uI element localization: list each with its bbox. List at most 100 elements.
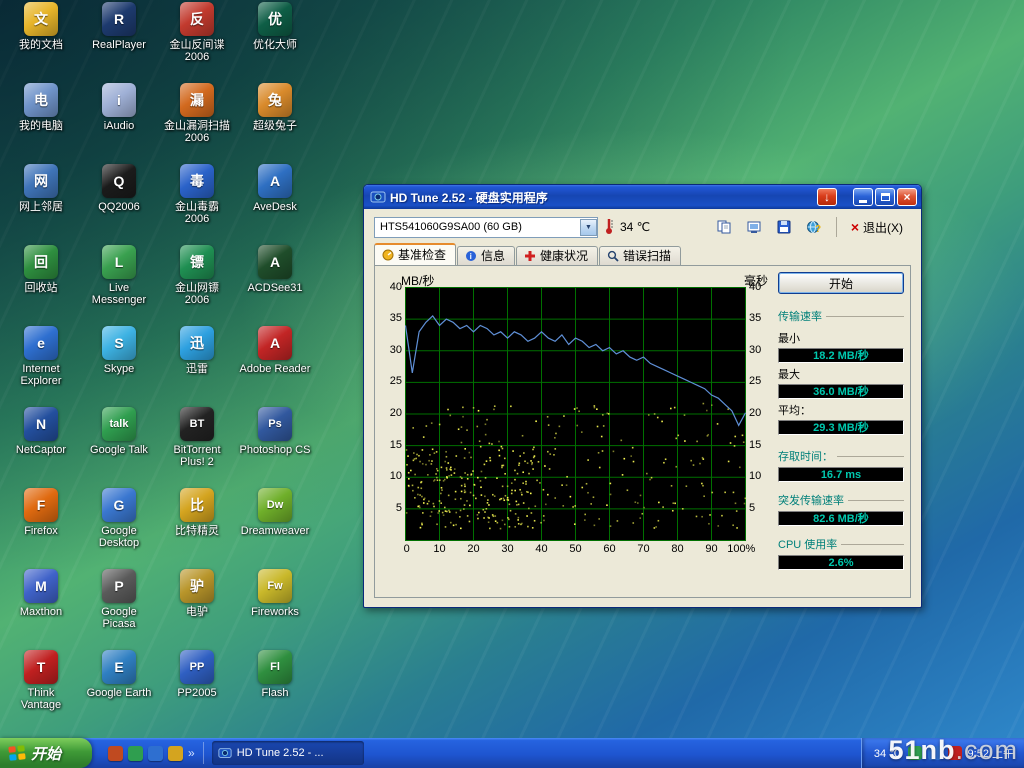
benchmark-panel: MB/秒 毫秒 403530252015105 403530252015105 … (374, 265, 911, 598)
maximize-button[interactable] (875, 188, 895, 206)
desktop-icon[interactable]: 毒金山毒霸 2006 (159, 164, 235, 245)
copy-text-icon[interactable] (712, 216, 736, 238)
desktop-icon-label: Maxthon (20, 606, 62, 618)
desktop-icon-grid: 文我的文档RRealPlayer反金山反间谍 2006优优化大师电我的电脑iiA… (2, 2, 314, 731)
desktop-icon-label: Google Talk (90, 444, 148, 456)
desktop-icon[interactable]: 驴电驴 (159, 569, 235, 650)
cpu-usage-label: CPU 使用率 (778, 536, 837, 552)
dropdown-arrow-icon[interactable]: ▼ (580, 219, 597, 236)
tab-info[interactable]: i 信息 (457, 246, 515, 265)
desktop-icon-image: A (258, 326, 292, 360)
desktop-icon[interactable]: MMaxthon (3, 569, 79, 650)
axis-tick-label: 30 (749, 344, 761, 356)
desktop-icon[interactable]: talkGoogle Talk (81, 407, 157, 488)
desktop-icon-image: 电 (24, 83, 58, 117)
copy-image-icon[interactable] (742, 216, 766, 238)
desktop-icon[interactable]: 漏金山漏洞扫描 2006 (159, 83, 235, 164)
quick-launch-icon-1[interactable] (108, 746, 123, 761)
desktop-icon[interactable]: SSkype (81, 326, 157, 407)
axis-tick-label: 80 (671, 543, 683, 555)
desktop-icon[interactable]: 镖金山网镖 2006 (159, 245, 235, 326)
minimize-button[interactable] (853, 188, 873, 206)
start-benchmark-button[interactable]: 开始 (778, 272, 904, 294)
gauge-icon (382, 249, 394, 261)
close-button[interactable]: × (897, 188, 917, 206)
hdtune-app-icon (370, 189, 386, 205)
tab-strip: 基准检查 i 信息 健康状况 错误扫描 (364, 243, 921, 265)
drive-select[interactable]: HTS541060G9SA00 (60 GB) ▼ (374, 217, 598, 238)
desktop-icon[interactable]: 电我的电脑 (3, 83, 79, 164)
svg-text:?: ? (815, 224, 821, 235)
axis-tick-label: 100% (727, 543, 755, 555)
taskbar-task-hdtune[interactable]: HD Tune 2.52 - ... (212, 741, 364, 765)
desktop-icon[interactable]: PPPP2005 (159, 650, 235, 731)
desktop-icon[interactable]: 文我的文档 (3, 2, 79, 83)
max-label: 最大 (778, 366, 904, 382)
desktop-icon-image: G (102, 488, 136, 522)
tab-error-scan[interactable]: 错误扫描 (599, 246, 681, 265)
y-axis-right-ticks: 403530252015105 (746, 287, 770, 541)
desktop-icon[interactable]: 兔超级兔子 (237, 83, 313, 164)
quick-launch: » (102, 738, 201, 768)
desktop-icon-image: P (102, 569, 136, 603)
desktop-icon[interactable]: NNetCaptor (3, 407, 79, 488)
svg-text:i: i (470, 252, 472, 261)
desktop-icon[interactable]: iiAudio (81, 83, 157, 164)
desktop-icon[interactable]: DwDreamweaver (237, 488, 313, 569)
quick-launch-icon-3[interactable] (148, 746, 163, 761)
toolbar-separator (836, 217, 837, 237)
tab-health[interactable]: 健康状况 (516, 246, 598, 265)
axis-tick-label: 0 (404, 543, 410, 555)
desktop-icon[interactable]: QQQ2006 (81, 164, 157, 245)
desktop-icon[interactable]: 回回收站 (3, 245, 79, 326)
desktop-icon[interactable]: FFirefox (3, 488, 79, 569)
desktop-icon[interactable]: eInternet Explorer (3, 326, 79, 407)
desktop-icon-label: Google Picasa (101, 606, 136, 630)
desktop-icon[interactable]: FlFlash (237, 650, 313, 731)
axis-tick-label: 10 (390, 470, 402, 482)
web-help-icon[interactable]: ? (802, 216, 826, 238)
drive-select-value: HTS541060G9SA00 (60 GB) (380, 221, 522, 233)
desktop-icon[interactable]: 迅迅雷 (159, 326, 235, 407)
desktop-icon-label: 电驴 (186, 606, 208, 618)
save-icon[interactable] (772, 216, 796, 238)
desktop-icon[interactable]: FwFireworks (237, 569, 313, 650)
desktop-icon[interactable]: PsPhotoshop CS (237, 407, 313, 488)
desktop-icon-label: Google Desktop (99, 525, 139, 549)
quick-launch-icon-2[interactable] (128, 746, 143, 761)
desktop-icon[interactable]: RRealPlayer (81, 2, 157, 83)
axis-tick-label: 60 (603, 543, 615, 555)
desktop-icon[interactable]: 反金山反间谍 2006 (159, 2, 235, 83)
desktop-icon[interactable]: AACDSee31 (237, 245, 313, 326)
desktop-icon-label: Live Messenger (92, 282, 146, 306)
tab-benchmark[interactable]: 基准检查 (374, 243, 456, 265)
quick-launch-chevron-icon[interactable]: » (188, 746, 195, 760)
exit-button[interactable]: × 退出(X) (847, 217, 911, 238)
desktop-icon[interactable]: AAdobe Reader (237, 326, 313, 407)
min-value: 18.2 MB/秒 (778, 348, 904, 363)
desktop-icon[interactable]: LLive Messenger (81, 245, 157, 326)
minimize-to-tray-button[interactable]: ↓ (817, 188, 837, 206)
desktop-icon[interactable]: AAveDesk (237, 164, 313, 245)
desktop-icon[interactable]: P Google Picasa (81, 569, 157, 650)
titlebar[interactable]: HD Tune 2.52 - 硬盘实用程序 ↓ × (364, 185, 921, 209)
burst-rate-value: 82.6 MB/秒 (778, 511, 904, 526)
desktop: 文我的文档RRealPlayer反金山反间谍 2006优优化大师电我的电脑iiA… (0, 0, 1024, 738)
start-button[interactable]: 开始 (0, 738, 92, 768)
desktop-icon[interactable]: TThink Vantage (3, 650, 79, 731)
transfer-rate-label: 传输速率 (778, 308, 822, 324)
desktop-icon[interactable]: 优优化大师 (237, 2, 313, 83)
desktop-icon-label: 网上邻居 (19, 201, 63, 213)
axis-tick-label: 20 (390, 407, 402, 419)
burst-rate-label: 突发传输速率 (778, 492, 844, 508)
desktop-icon[interactable]: G Google Desktop (81, 488, 157, 569)
quick-launch-icon-4[interactable] (168, 746, 183, 761)
window-title: HD Tune 2.52 - 硬盘实用程序 (390, 189, 815, 206)
desktop-icon[interactable]: BTBitTorrent Plus! 2 (159, 407, 235, 488)
axis-tick-label: 10 (749, 470, 761, 482)
desktop-icon[interactable]: 比比特精灵 (159, 488, 235, 569)
desktop-icon[interactable]: 网网上邻居 (3, 164, 79, 245)
desktop-icon-label: Photoshop CS (240, 444, 311, 456)
desktop-icon[interactable]: EGoogle Earth (81, 650, 157, 731)
info-icon: i (465, 250, 477, 262)
